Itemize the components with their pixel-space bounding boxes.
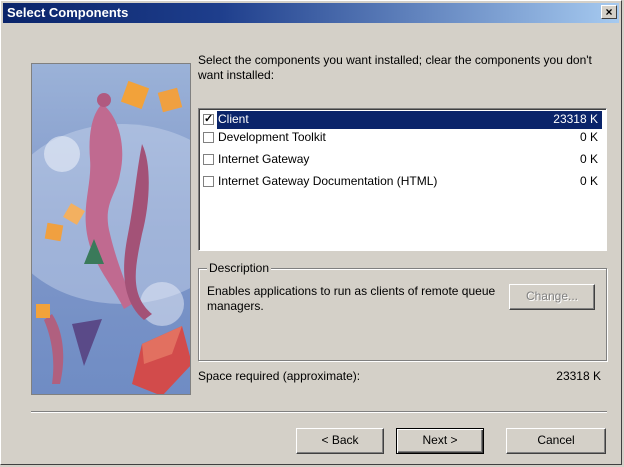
list-item[interactable]: Internet Gateway Documentation (HTML) 0 …: [201, 173, 602, 191]
list-item[interactable]: ✓ Client 23318 K: [201, 111, 602, 129]
component-size: 0 K: [579, 152, 598, 166]
next-button[interactable]: Next >: [396, 428, 484, 454]
component-name: Internet Gateway: [218, 152, 310, 166]
component-size: 0 K: [579, 130, 598, 144]
component-name: Development Toolkit: [218, 130, 326, 144]
wizard-illustration: [31, 63, 191, 395]
list-item[interactable]: Development Toolkit 0 K: [201, 129, 602, 147]
list-item[interactable]: Internet Gateway 0 K: [201, 151, 602, 169]
separator: [31, 411, 607, 413]
title-bar[interactable]: Select Components ×: [3, 3, 619, 23]
space-required-label: Space required (approximate):: [198, 369, 361, 383]
component-checkbox[interactable]: [203, 132, 214, 143]
change-button[interactable]: Change...: [509, 284, 595, 310]
component-checkbox[interactable]: [203, 176, 214, 187]
component-name: Internet Gateway Documentation (HTML): [218, 174, 438, 188]
back-button[interactable]: < Back: [296, 428, 384, 454]
component-checkbox[interactable]: ✓: [203, 114, 214, 125]
space-required-value: 23318 K: [556, 369, 601, 383]
setup-dialog: Select Components × Select the component…: [0, 0, 622, 465]
cancel-button[interactable]: Cancel: [506, 428, 606, 454]
component-checkbox[interactable]: [203, 154, 214, 165]
close-button[interactable]: ×: [601, 5, 617, 19]
description-group: Description Enables applications to run …: [198, 261, 607, 361]
window-title: Select Components: [7, 5, 129, 20]
component-size: 0 K: [579, 174, 598, 188]
intro-text: Select the components you want installed…: [198, 53, 592, 82]
description-text: Enables applications to run as clients o…: [207, 284, 496, 313]
description-legend: Description: [207, 261, 272, 275]
component-size: 23318 K: [553, 112, 598, 126]
components-list[interactable]: ✓ Client 23318 K Development Toolkit 0 K…: [198, 108, 607, 251]
component-name: Client: [218, 112, 249, 126]
